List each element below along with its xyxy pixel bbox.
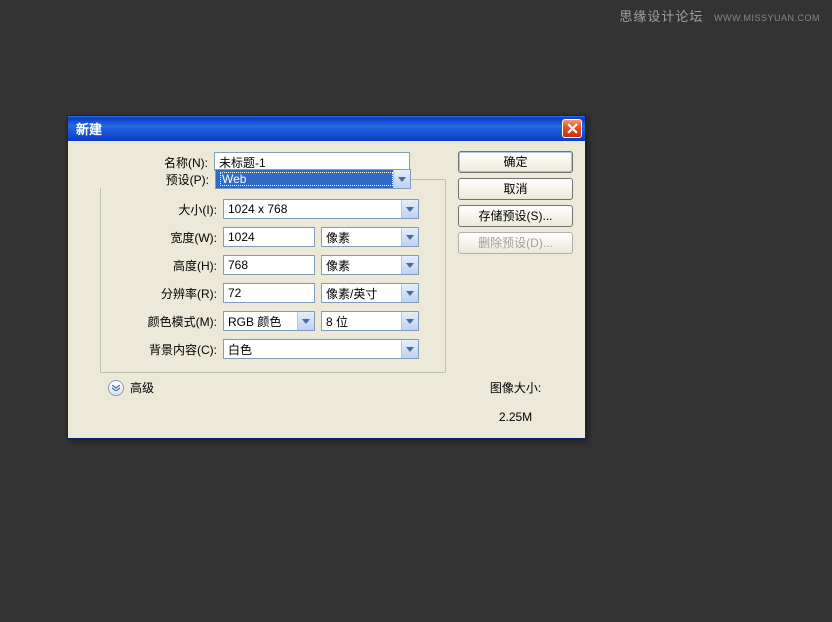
chevron-down-icon xyxy=(406,263,414,268)
image-size-value: 2.25M xyxy=(458,410,573,424)
watermark: 思缘设计论坛 WWW.MISSYUAN.COM xyxy=(619,6,820,25)
preset-label: 预设(P): xyxy=(81,171,215,188)
size-dropdown-btn[interactable] xyxy=(401,200,418,218)
height-unit-combo[interactable]: 像素 xyxy=(321,255,419,275)
colormode-dropdown-btn[interactable] xyxy=(297,312,314,330)
preset-dropdown-btn[interactable] xyxy=(393,170,410,188)
dialog-title: 新建 xyxy=(76,119,562,138)
colormode-row: 颜色模式(M): RGB 颜色 8 位 xyxy=(109,310,437,332)
height-row: 高度(H): 像素 xyxy=(109,254,437,276)
close-icon xyxy=(567,123,578,134)
image-size-info: 图像大小: 2.25M xyxy=(458,379,573,424)
background-label: 背景内容(C): xyxy=(109,341,223,358)
width-unit-combo[interactable]: 像素 xyxy=(321,227,419,247)
preset-label-row: 预设(P): Web xyxy=(81,169,445,189)
chevron-down-icon xyxy=(406,319,414,324)
image-size-label: 图像大小: xyxy=(458,379,573,396)
delete-preset-button: 删除预设(D)... xyxy=(458,232,573,254)
height-label: 高度(H): xyxy=(109,257,223,274)
chevron-down-icon xyxy=(398,177,406,182)
height-input[interactable] xyxy=(223,255,315,275)
resolution-label: 分辨率(R): xyxy=(109,285,223,302)
watermark-sub: WWW.MISSYUAN.COM xyxy=(714,13,820,23)
ok-button[interactable]: 确定 xyxy=(458,151,573,173)
size-combo[interactable]: 1024 x 768 xyxy=(223,199,419,219)
size-row: 大小(I): 1024 x 768 xyxy=(109,198,437,220)
advanced-row: 高级 xyxy=(108,379,446,396)
left-panel: 名称(N): 预设(P): Web 大小(I): xyxy=(80,151,446,424)
background-dropdown-btn[interactable] xyxy=(401,340,418,358)
background-value: 白色 xyxy=(228,341,401,358)
size-label: 大小(I): xyxy=(109,201,223,218)
chevron-down-icon xyxy=(406,207,414,212)
resolution-row: 分辨率(R): 像素/英寸 xyxy=(109,282,437,304)
chevron-down-icon xyxy=(406,347,414,352)
width-unit-dropdown-btn[interactable] xyxy=(401,228,418,246)
chevron-down-icon xyxy=(302,319,310,324)
colormode-combo[interactable]: RGB 颜色 xyxy=(223,311,315,331)
colordepth-combo[interactable]: 8 位 xyxy=(321,311,419,331)
name-label: 名称(N): xyxy=(80,154,214,171)
titlebar[interactable]: 新建 xyxy=(68,116,585,141)
colordepth-value: 8 位 xyxy=(326,313,401,330)
advanced-toggle[interactable] xyxy=(108,380,124,396)
resolution-unit-combo[interactable]: 像素/英寸 xyxy=(321,283,419,303)
width-unit-value: 像素 xyxy=(326,229,401,246)
dialog-body: 名称(N): 预设(P): Web 大小(I): xyxy=(68,141,585,438)
height-unit-dropdown-btn[interactable] xyxy=(401,256,418,274)
resolution-unit-dropdown-btn[interactable] xyxy=(401,284,418,302)
double-chevron-down-icon xyxy=(112,385,120,391)
cancel-button[interactable]: 取消 xyxy=(458,178,573,200)
preset-value: Web xyxy=(220,172,393,186)
save-preset-button[interactable]: 存储预设(S)... xyxy=(458,205,573,227)
width-label: 宽度(W): xyxy=(109,229,223,246)
size-value: 1024 x 768 xyxy=(228,202,401,216)
watermark-main: 思缘设计论坛 xyxy=(619,9,703,24)
close-button[interactable] xyxy=(562,119,582,138)
height-unit-value: 像素 xyxy=(326,257,401,274)
colordepth-dropdown-btn[interactable] xyxy=(401,312,418,330)
resolution-input[interactable] xyxy=(223,283,315,303)
width-input[interactable] xyxy=(223,227,315,247)
resolution-unit-value: 像素/英寸 xyxy=(326,285,401,302)
colormode-label: 颜色模式(M): xyxy=(109,313,223,330)
background-row: 背景内容(C): 白色 xyxy=(109,338,437,360)
background-combo[interactable]: 白色 xyxy=(223,339,419,359)
advanced-label: 高级 xyxy=(130,379,154,396)
chevron-down-icon xyxy=(406,291,414,296)
preset-group: 预设(P): Web 大小(I): 1024 x 768 xyxy=(100,179,446,373)
chevron-down-icon xyxy=(406,235,414,240)
right-panel: 确定 取消 存储预设(S)... 删除预设(D)... 图像大小: 2.25M xyxy=(458,151,573,424)
new-dialog: 新建 名称(N): 预设(P): Web xyxy=(67,115,586,439)
preset-combo[interactable]: Web xyxy=(215,169,411,189)
width-row: 宽度(W): 像素 xyxy=(109,226,437,248)
colormode-value: RGB 颜色 xyxy=(228,313,297,330)
